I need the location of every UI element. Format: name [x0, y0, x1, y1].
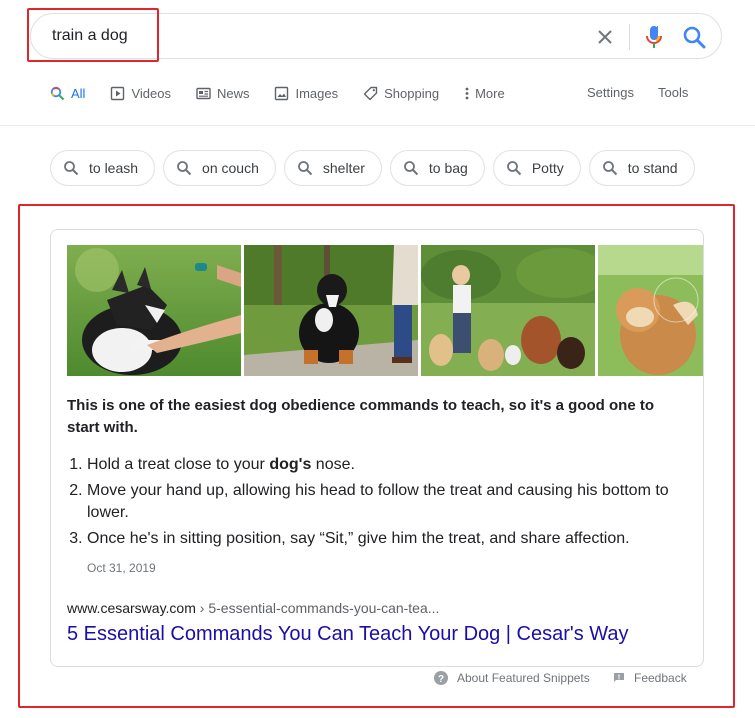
chip-label: to bag [428, 160, 468, 176]
chip-label: Potty [531, 160, 564, 176]
chip-on-couch[interactable]: on couch [163, 150, 276, 186]
feedback-link[interactable]: Feedback [613, 671, 687, 685]
search-icon [297, 161, 313, 176]
news-icon [196, 86, 211, 101]
search-input[interactable]: train a dog [52, 27, 128, 45]
snippet-step-2: Move your hand up, allowing his head to … [87, 480, 677, 524]
tab-label: Videos [131, 85, 171, 101]
chip-to-leash[interactable]: to leash [50, 150, 156, 186]
snippet-step-3: Once he's in sitting position, say “Sit,… [87, 528, 677, 550]
tab-label: Images [295, 85, 339, 101]
chip-to-stand[interactable]: to stand [588, 150, 695, 186]
search-icon [64, 161, 79, 176]
refinement-chips: to leash on couch shelter to bag Potty t… [50, 150, 703, 186]
search-icon[interactable] [681, 24, 707, 50]
snippet-image-2[interactable] [244, 245, 418, 376]
tab-more[interactable]: More [464, 86, 505, 101]
feedback-label: Feedback [634, 671, 687, 685]
search-icon [404, 161, 419, 176]
search-icon [50, 86, 65, 101]
more-vert-icon [464, 86, 470, 101]
tools-bar: Settings Tools [587, 85, 712, 100]
tab-videos[interactable]: Videos [110, 86, 171, 101]
divider [0, 125, 755, 126]
tab-label: More [475, 85, 505, 101]
feedback-icon [614, 673, 624, 682]
clear-icon[interactable] [593, 25, 617, 49]
tools-link[interactable]: Tools [658, 85, 688, 100]
snippet-image-4[interactable] [598, 245, 703, 376]
snippet-image-strip [67, 245, 703, 376]
snippet-date: Oct 31, 2019 [87, 561, 156, 575]
search-icon [506, 161, 522, 176]
chip-label: shelter [322, 160, 365, 176]
help-icon: ? [434, 671, 448, 685]
microphone-icon[interactable] [642, 24, 666, 50]
snippet-step-1: Hold a treat close to your dog's nose. [87, 454, 677, 476]
tab-shopping[interactable]: Shopping [363, 86, 439, 101]
tag-icon [363, 86, 378, 101]
tab-all[interactable]: All [50, 86, 85, 101]
chip-label: to stand [627, 160, 678, 176]
svg-text:?: ? [438, 674, 444, 685]
chip-shelter[interactable]: shelter [283, 150, 382, 186]
result-domain: www.cesarsway.com [67, 600, 196, 616]
search-icon [602, 161, 617, 176]
divider [629, 24, 630, 50]
chip-to-bag[interactable]: to bag [389, 150, 485, 186]
settings-link[interactable]: Settings [587, 85, 634, 100]
search-box[interactable]: train a dog [30, 13, 722, 59]
result-path: › 5-essential-commands-you-can-tea... [195, 600, 440, 616]
chip-label: to leash [89, 160, 139, 176]
result-url-breadcrumb: www.cesarsway.com › 5-essential-commands… [67, 600, 439, 616]
tab-images[interactable]: Images [274, 86, 338, 101]
snippet-lead-text: This is one of the easiest dog obedience… [67, 397, 654, 436]
tab-label: All [71, 85, 86, 101]
snippet-image-3[interactable] [421, 245, 595, 376]
snippet-image-1[interactable] [67, 245, 241, 376]
search-icon [177, 161, 192, 176]
video-icon [110, 86, 125, 101]
result-title-link[interactable]: 5 Essential Commands You Can Teach Your … [67, 623, 629, 646]
tab-news[interactable]: News [196, 85, 250, 101]
about-featured-snippets-link[interactable]: ? About Featured Snippets [434, 671, 590, 685]
tab-label: News [216, 85, 250, 101]
snippet-steps: Hold a treat close to your dog's nose. M… [87, 454, 677, 554]
chip-label: on couch [202, 160, 259, 176]
about-label: About Featured Snippets [457, 671, 590, 685]
tab-label: Shopping [384, 85, 440, 101]
search-tabs: All Videos News Images Shopping More [50, 80, 530, 106]
featured-snippet-card: This is one of the easiest dog obedience… [50, 229, 704, 667]
chip-potty[interactable]: Potty [492, 150, 581, 186]
image-icon [274, 86, 289, 101]
